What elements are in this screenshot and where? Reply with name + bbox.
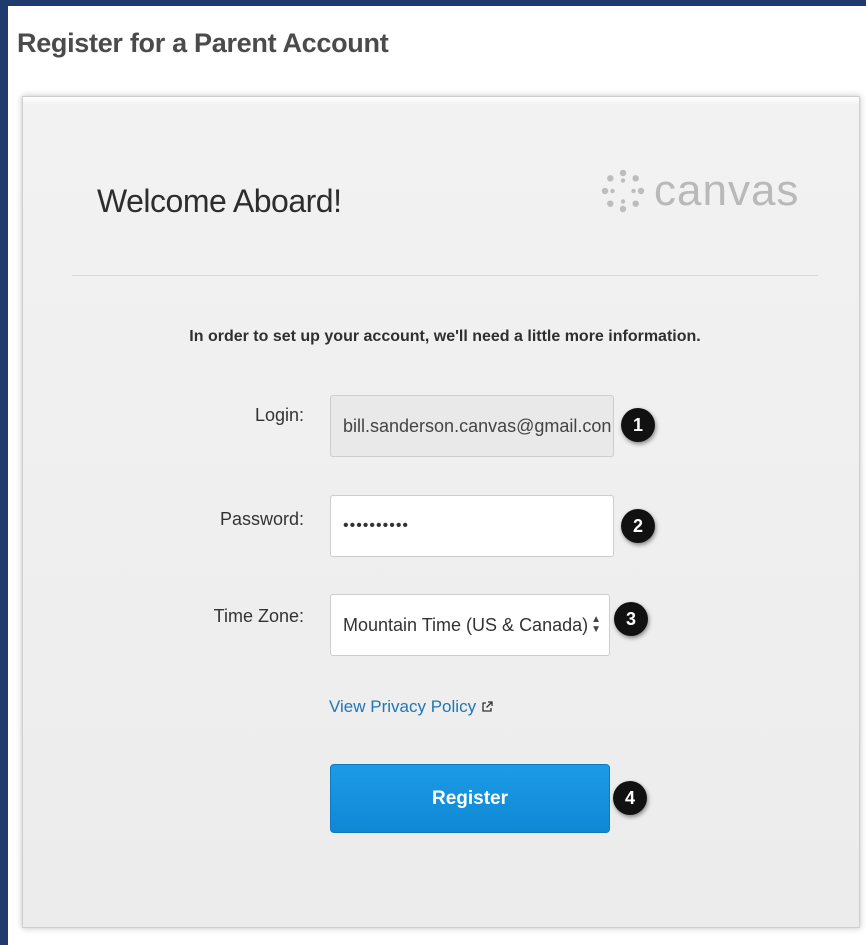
canvas-logo: canvas bbox=[600, 168, 799, 214]
step-badge-2: 2 bbox=[621, 509, 655, 543]
password-field[interactable]: •••••••••• bbox=[330, 495, 614, 557]
login-label: Login: bbox=[254, 405, 304, 425]
timezone-select[interactable]: Mountain Time (US & Canada) ▲ ▼ bbox=[330, 594, 610, 656]
step-badge-3: 3 bbox=[614, 602, 648, 636]
step-badge-4: 4 bbox=[613, 781, 647, 815]
intro-text: In order to set up your account, we'll n… bbox=[189, 328, 701, 345]
select-arrows-icon: ▲ ▼ bbox=[591, 614, 601, 635]
page-title: Register for a Parent Account bbox=[17, 28, 389, 58]
welcome-heading: Welcome Aboard! bbox=[97, 183, 342, 219]
canvas-logo-icon bbox=[601, 169, 645, 213]
timezone-label: Time Zone: bbox=[213, 606, 304, 626]
divider bbox=[72, 275, 818, 276]
login-value: bill.sanderson.canvas@gmail.con bbox=[343, 415, 612, 436]
logo-text: canvas bbox=[654, 166, 800, 215]
login-field[interactable]: bill.sanderson.canvas@gmail.con bbox=[330, 395, 614, 457]
register-button[interactable]: Register bbox=[330, 764, 610, 833]
password-label: Password: bbox=[219, 509, 304, 529]
privacy-policy-label: View Privacy Policy bbox=[329, 697, 477, 716]
step-badge-1: 1 bbox=[621, 408, 655, 442]
external-link-icon bbox=[482, 701, 493, 712]
privacy-policy-link[interactable]: View Privacy Policy bbox=[329, 697, 493, 717]
password-value: •••••••••• bbox=[343, 517, 410, 534]
timezone-value: Mountain Time (US & Canada) bbox=[343, 614, 589, 635]
